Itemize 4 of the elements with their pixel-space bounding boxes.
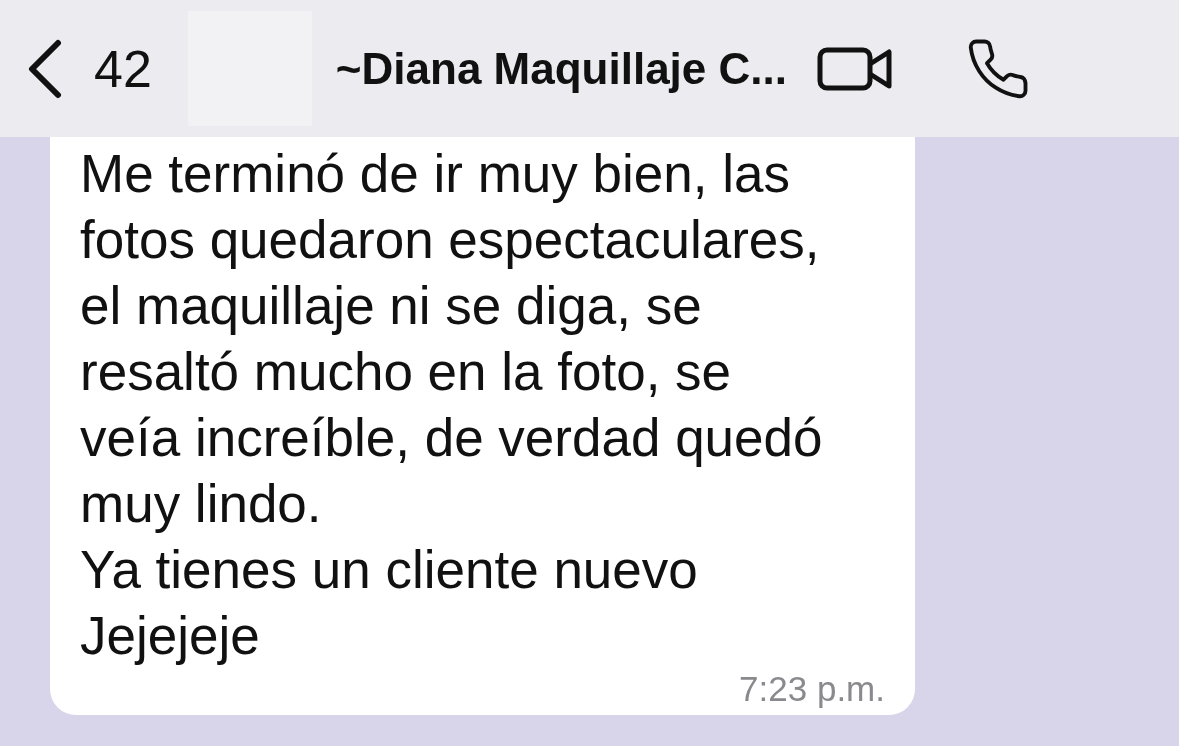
message-text: Me terminó de ir muy bien, las fotos quedaron espectaculares, el maquillaje ni se diga, se resaltó mucho en la foto, se veía increíble, de verdad quedó muy lindo. Ya tienes un cliente nuevo Jejejeje bbox=[80, 143, 823, 667]
back-button[interactable]: 42 bbox=[24, 38, 152, 99]
message-time: 7:23 p.m. bbox=[739, 669, 885, 709]
chat-title[interactable]: ~Diana Maquillaje C... bbox=[335, 43, 787, 94]
